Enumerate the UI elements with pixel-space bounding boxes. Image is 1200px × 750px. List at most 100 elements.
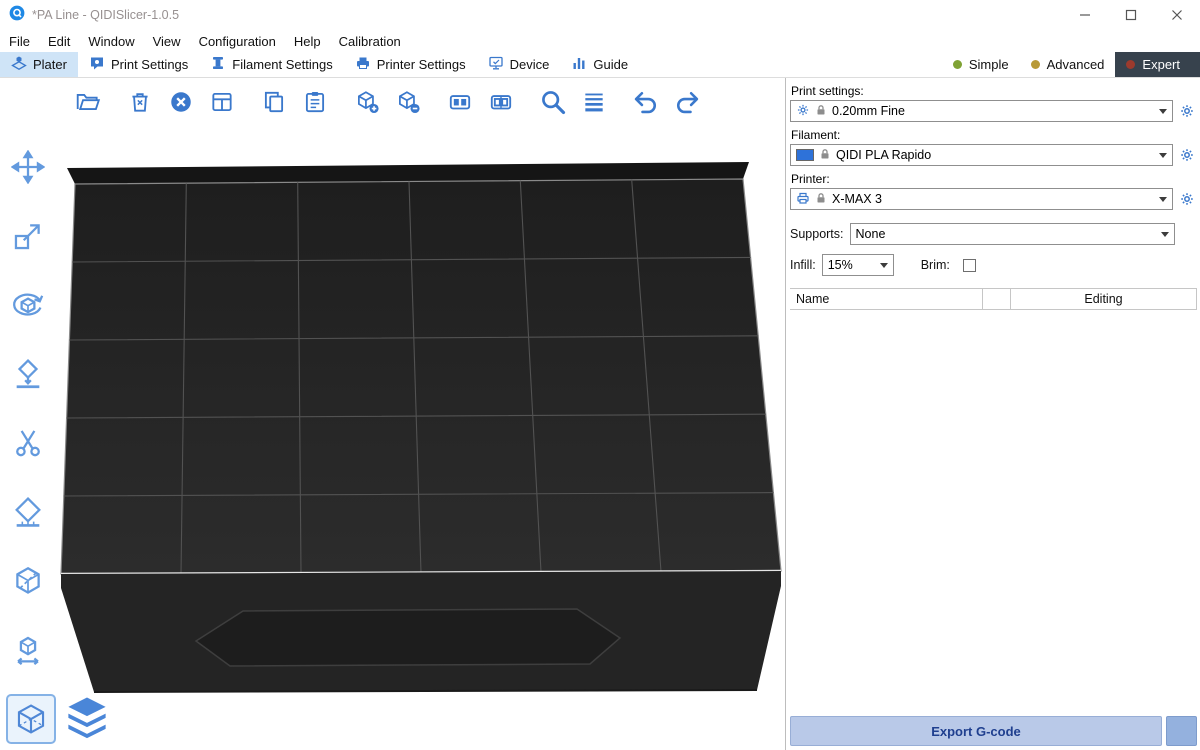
mode-switcher: Simple Advanced Expert: [942, 52, 1200, 77]
mode-expert[interactable]: Expert: [1115, 52, 1200, 77]
rotate-tool-icon[interactable]: [4, 282, 52, 328]
print-settings-value: 0.20mm Fine: [832, 104, 905, 118]
tab-device[interactable]: Device: [477, 52, 561, 77]
menu-file[interactable]: File: [0, 32, 39, 51]
print-settings-gear-button[interactable]: [1176, 103, 1197, 119]
scale-tool-icon[interactable]: [4, 213, 52, 259]
guide-icon: [571, 55, 587, 74]
3d-viewport[interactable]: [0, 78, 785, 750]
add-instance-icon[interactable]: [349, 83, 385, 121]
tab-label: Device: [510, 57, 550, 72]
lock-icon: [815, 192, 827, 207]
variable-layer-height-icon[interactable]: [576, 83, 612, 121]
cut-tool-icon[interactable]: [4, 420, 52, 466]
view-switch: [6, 690, 114, 744]
top-toolbar: [70, 83, 705, 121]
delete-all-icon[interactable]: [163, 83, 199, 121]
export-row: Export G-code: [790, 712, 1197, 746]
tab-filament-settings[interactable]: Filament Settings: [199, 52, 343, 77]
place-on-face-tool-icon[interactable]: [4, 351, 52, 397]
device-icon: [488, 55, 504, 74]
window-title: *PA Line - QIDISlicer-1.0.5: [32, 8, 179, 22]
tab-printer-settings[interactable]: Printer Settings: [344, 52, 477, 77]
chevron-down-icon: [1159, 197, 1167, 202]
arrange-icon[interactable]: [204, 83, 240, 121]
open-project-icon[interactable]: [70, 83, 106, 121]
undo-icon[interactable]: [628, 83, 664, 121]
mode-simple[interactable]: Simple: [942, 52, 1020, 77]
simple-mode-dot-icon: [953, 60, 962, 69]
column-extruder[interactable]: [983, 289, 1011, 309]
tab-print-settings[interactable]: Print Settings: [78, 52, 199, 77]
infill-label: Infill:: [790, 258, 816, 272]
mode-advanced[interactable]: Advanced: [1020, 52, 1116, 77]
settings-panel: Print settings: 0.20mm Fine Filament: QI…: [785, 78, 1200, 750]
brim-checkbox[interactable]: [963, 259, 976, 272]
print-settings-combo[interactable]: 0.20mm Fine: [790, 100, 1173, 122]
remove-instance-icon[interactable]: [390, 83, 426, 121]
app-logo-icon: [9, 5, 25, 26]
plater-icon: [11, 55, 27, 74]
search-icon[interactable]: [535, 83, 571, 121]
menu-configuration[interactable]: Configuration: [190, 32, 285, 51]
chevron-down-icon: [1159, 153, 1167, 158]
left-toolbar: [4, 144, 52, 673]
printer-label: Printer:: [791, 172, 1197, 186]
split-to-parts-icon[interactable]: [483, 83, 519, 121]
minimize-button[interactable]: [1062, 0, 1108, 30]
object-list: Name Editing: [790, 288, 1197, 712]
object-list-body[interactable]: [790, 310, 1197, 712]
menu-view[interactable]: View: [144, 32, 190, 51]
redo-icon[interactable]: [669, 83, 705, 121]
print-bed: [0, 78, 785, 750]
paint-supports-tool-icon[interactable]: [4, 489, 52, 535]
mode-label: Simple: [969, 57, 1009, 72]
infill-combo[interactable]: 15%: [822, 254, 894, 276]
infill-value: 15%: [828, 258, 853, 272]
filament-combo[interactable]: QIDI PLA Rapido: [790, 144, 1173, 166]
chevron-down-icon: [1161, 232, 1169, 237]
filament-color-swatch: [796, 149, 814, 161]
preview-view-button[interactable]: [60, 690, 114, 744]
menu-edit[interactable]: Edit: [39, 32, 79, 51]
print-settings-icon: [89, 55, 105, 74]
maximize-button[interactable]: [1108, 0, 1154, 30]
tab-label: Plater: [33, 57, 67, 72]
supports-combo[interactable]: None: [850, 223, 1175, 245]
menu-bar: File Edit Window View Configuration Help…: [0, 30, 1200, 52]
column-name[interactable]: Name: [790, 289, 983, 309]
menu-calibration[interactable]: Calibration: [330, 32, 410, 51]
export-gcode-button[interactable]: Export G-code: [790, 716, 1162, 746]
delete-icon[interactable]: [122, 83, 158, 121]
tab-label: Filament Settings: [232, 57, 332, 72]
filament-gear-button[interactable]: [1176, 147, 1197, 163]
move-tool-icon[interactable]: [4, 144, 52, 190]
tab-plater[interactable]: Plater: [0, 52, 78, 77]
printer-icon: [355, 55, 371, 74]
paste-icon[interactable]: [297, 83, 333, 121]
title-bar: *PA Line - QIDISlicer-1.0.5: [0, 0, 1200, 30]
filament-icon: [210, 55, 226, 74]
gear-icon: [796, 103, 810, 120]
printer-combo[interactable]: X-MAX 3: [790, 188, 1173, 210]
tab-label: Printer Settings: [377, 57, 466, 72]
close-button[interactable]: [1154, 0, 1200, 30]
printer-small-icon: [796, 191, 810, 208]
print-settings-label: Print settings:: [791, 84, 1197, 98]
filament-label: Filament:: [791, 128, 1197, 142]
tab-bar: Plater Print Settings Filament Settings …: [0, 52, 1200, 78]
3d-editor-view-button[interactable]: [6, 694, 56, 744]
column-editing[interactable]: Editing: [1011, 289, 1197, 309]
mirror-tool-icon[interactable]: [4, 627, 52, 673]
export-options-button[interactable]: [1166, 716, 1197, 746]
mode-label: Advanced: [1047, 57, 1105, 72]
copy-icon[interactable]: [256, 83, 292, 121]
expert-mode-dot-icon: [1126, 60, 1135, 69]
tab-guide[interactable]: Guide: [560, 52, 639, 77]
printer-gear-button[interactable]: [1176, 191, 1197, 207]
menu-help[interactable]: Help: [285, 32, 330, 51]
split-to-objects-icon[interactable]: [442, 83, 478, 121]
tab-label: Print Settings: [111, 57, 188, 72]
menu-window[interactable]: Window: [79, 32, 143, 51]
measure-tool-icon[interactable]: [4, 558, 52, 604]
